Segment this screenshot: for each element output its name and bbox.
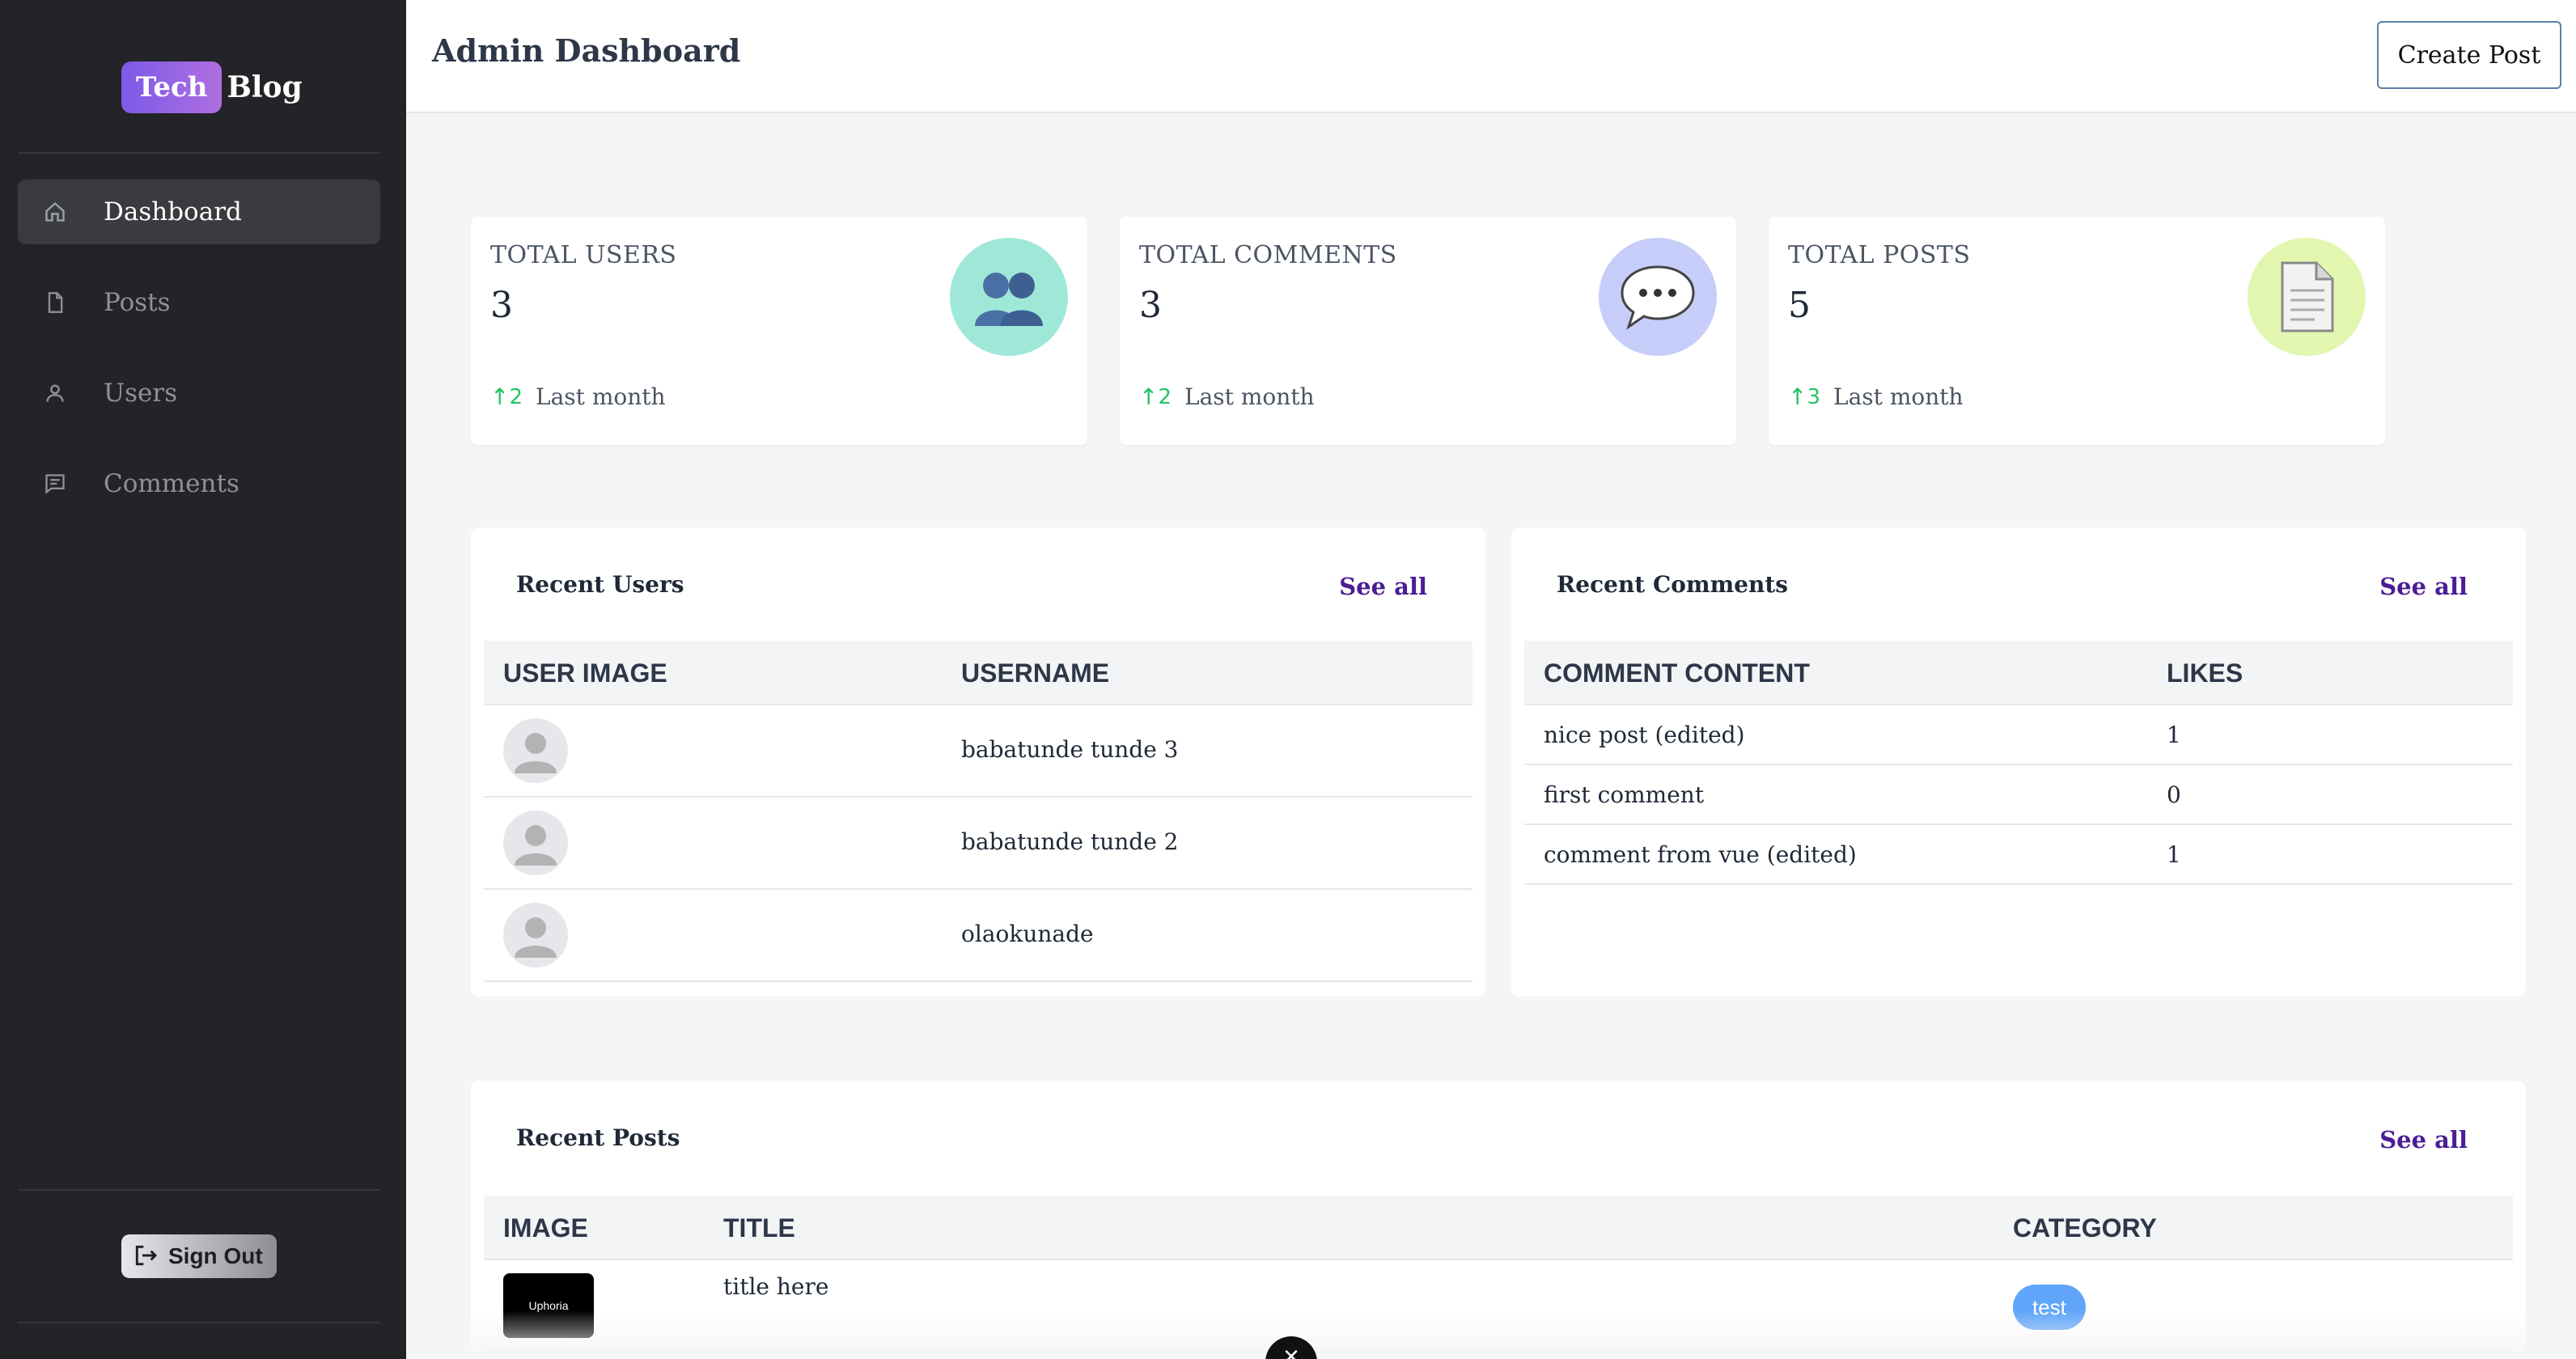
table-row[interactable]: first comment 0 — [1524, 765, 2513, 825]
column-header: IMAGE — [503, 1213, 588, 1243]
avatar — [503, 718, 568, 783]
table-header: COMMENT CONTENT LIKES — [1524, 641, 2513, 705]
table-row[interactable]: olaokunade — [484, 890, 1472, 982]
comment-content-cell: comment from vue (edited) — [1544, 841, 1857, 868]
brand-tech: Tech — [121, 61, 222, 113]
panel-title: Recent Comments — [1557, 571, 1789, 598]
stat-title: TOTAL POSTS — [1788, 241, 1971, 269]
see-all-comments-link[interactable]: See all — [2379, 573, 2468, 600]
post-title-cell: title here — [723, 1273, 829, 1300]
username-cell: olaokunade — [961, 921, 1094, 947]
panel-title: Recent Users — [516, 571, 684, 598]
sidebar-divider — [18, 152, 380, 154]
see-all-posts-link[interactable]: See all — [2379, 1126, 2468, 1154]
arrow-up-icon: ↑ — [490, 383, 510, 410]
trend-label: Last month — [1833, 383, 1964, 410]
stat-title: TOTAL COMMENTS — [1139, 241, 1397, 269]
sidebar-item-comments[interactable]: Comments — [18, 451, 380, 516]
speech-bubble-icon — [1599, 238, 1717, 356]
column-header: LIKES — [2167, 658, 2243, 688]
home-icon — [44, 201, 66, 223]
username-cell: babatunde tunde 2 — [961, 828, 1179, 855]
document-icon — [2248, 238, 2366, 356]
sidebar-item-dashboard[interactable]: Dashboard — [18, 180, 380, 244]
column-header: USER IMAGE — [503, 658, 667, 688]
username-cell: babatunde tunde 3 — [961, 736, 1179, 763]
sign-out-label: Sign Out — [168, 1243, 263, 1268]
stat-value: 5 — [1788, 285, 1811, 326]
sidebar-item-label: Users — [104, 379, 178, 408]
sidebar-item-users[interactable]: Users — [18, 361, 380, 425]
comment-icon — [44, 472, 66, 495]
panel-title: Recent Posts — [516, 1124, 680, 1151]
trend-value: 3 — [1807, 384, 1821, 409]
create-post-button[interactable]: Create Post — [2377, 21, 2561, 89]
stat-value: 3 — [1139, 285, 1162, 326]
sign-out-icon — [133, 1243, 159, 1271]
table-header: IMAGE TITLE CATEGORY — [484, 1196, 2513, 1260]
table-row[interactable]: comment from vue (edited) 1 — [1524, 825, 2513, 885]
comment-content-cell: nice post (edited) — [1544, 722, 1745, 748]
sidebar-divider — [18, 1322, 380, 1323]
stat-trend: ↑ 2 Last month — [1139, 383, 1315, 410]
table-header: USER IMAGE USERNAME — [484, 641, 1472, 705]
table-row[interactable]: babatunde tunde 3 — [484, 705, 1472, 798]
sidebar-item-label: Comments — [104, 469, 239, 498]
user-icon — [44, 382, 66, 404]
users-icon — [950, 238, 1068, 356]
avatar — [503, 903, 568, 967]
table-row[interactable]: babatunde tunde 2 — [484, 798, 1472, 890]
sidebar: Tech Blog Dashboard Posts Users Comments… — [0, 0, 406, 1359]
likes-cell: 1 — [2167, 722, 2181, 748]
stat-card-posts: TOTAL POSTS 5 ↑ 3 Last month — [1769, 217, 2385, 445]
table-row[interactable]: nice post (edited) 1 — [1524, 705, 2513, 765]
sidebar-item-label: Dashboard — [104, 197, 242, 226]
sign-out-button[interactable]: Sign Out — [121, 1234, 277, 1278]
recent-users-panel: Recent Users See all USER IMAGE USERNAME… — [471, 527, 1485, 997]
arrow-up-icon: ↑ — [1788, 383, 1807, 410]
recent-posts-panel: Recent Posts See all IMAGE TITLE CATEGOR… — [471, 1081, 2526, 1359]
comment-content-cell: first comment — [1544, 781, 1705, 808]
table-row[interactable]: Uphoria title here test — [484, 1260, 2513, 1353]
stat-card-comments: TOTAL COMMENTS 3 ↑ 2 Last month — [1120, 217, 1736, 445]
stat-value: 3 — [490, 285, 513, 326]
trend-label: Last month — [536, 383, 666, 410]
brand-blog: Blog — [227, 70, 303, 104]
stat-title: TOTAL USERS — [490, 241, 677, 269]
column-header: TITLE — [723, 1213, 795, 1243]
see-all-users-link[interactable]: See all — [1339, 573, 1427, 600]
stat-trend: ↑ 2 Last month — [490, 383, 666, 410]
likes-cell: 1 — [2167, 841, 2181, 868]
trend-value: 2 — [509, 384, 523, 409]
avatar — [503, 811, 568, 875]
brand-logo[interactable]: Tech Blog — [121, 61, 303, 113]
sidebar-item-posts[interactable]: Posts — [18, 270, 380, 335]
sidebar-item-label: Posts — [104, 288, 171, 317]
top-header: Admin Dashboard Create Post — [406, 0, 2576, 113]
category-badge: test — [2013, 1285, 2086, 1330]
page-title: Admin Dashboard — [432, 32, 741, 69]
recent-comments-panel: Recent Comments See all COMMENT CONTENT … — [1511, 527, 2526, 997]
sidebar-divider — [18, 1189, 380, 1191]
arrow-up-icon: ↑ — [1139, 383, 1159, 410]
stat-card-users: TOTAL USERS 3 ↑ 2 Last month — [471, 217, 1087, 445]
stat-trend: ↑ 3 Last month — [1788, 383, 1964, 410]
trend-value: 2 — [1158, 384, 1172, 409]
trend-label: Last month — [1184, 383, 1315, 410]
column-header: USERNAME — [961, 658, 1110, 688]
post-thumbnail: Uphoria — [503, 1273, 594, 1338]
document-icon — [44, 291, 66, 314]
column-header: CATEGORY — [2013, 1213, 2157, 1243]
likes-cell: 0 — [2167, 781, 2181, 808]
column-header: COMMENT CONTENT — [1544, 658, 1810, 688]
